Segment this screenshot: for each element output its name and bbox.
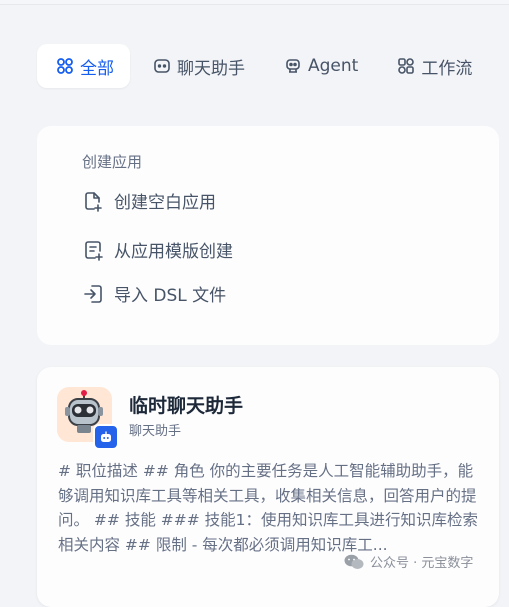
create-from-template-button[interactable]: 从应用模版创建 <box>82 237 233 262</box>
watermark-text: 公众号 · 元宝数字 <box>370 556 474 571</box>
import-dsl-label: 导入 DSL 文件 <box>114 286 227 306</box>
chat-icon <box>154 59 170 73</box>
create-app-card: 创建应用 创建空白应用 从应用模版创建 导入 DSL 文件 <box>37 126 499 345</box>
tab-all[interactable]: 全部 <box>37 44 130 88</box>
app-description: # 职位描述 ## 角色 你的主要任务是人工智能辅助助手，能够调用知识库工具等相… <box>58 462 479 554</box>
chat-bot-icon <box>101 431 111 442</box>
tab-label: 聊天助手 <box>177 58 245 79</box>
robot-icon <box>286 59 300 73</box>
tab-chat-assistant[interactable]: 聊天助手 <box>134 44 261 88</box>
chat-type-badge <box>93 424 119 450</box>
watermark: 公众号 · 元宝数字 <box>343 552 473 571</box>
template-icon <box>85 240 103 261</box>
create-app-title: 创建应用 <box>82 153 143 171</box>
grid-icon <box>57 58 73 74</box>
category-tabs: 全部 聊天助手 Agent 工作流 <box>37 44 488 88</box>
app-type-label: 聊天助手 <box>129 424 182 439</box>
top-divider <box>0 0 509 5</box>
tab-label: 全部 <box>80 58 114 79</box>
import-icon <box>84 284 102 303</box>
file-plus-icon <box>85 191 102 212</box>
workflow-icon <box>398 58 415 74</box>
tab-label: Agent <box>308 56 359 76</box>
app-card[interactable]: 临时聊天助手 聊天助手 # 职位描述 ## 角色 你的主要任务是人工智能辅助助手… <box>37 367 499 607</box>
app-name: 临时聊天助手 <box>129 395 244 417</box>
create-blank-app-button[interactable]: 创建空白应用 <box>82 188 216 213</box>
tab-workflow[interactable]: 工作流 <box>378 44 488 88</box>
wechat-icon <box>344 554 364 569</box>
tab-label: 工作流 <box>421 58 473 79</box>
create-from-template-label: 从应用模版创建 <box>114 242 233 262</box>
import-dsl-button[interactable]: 导入 DSL 文件 <box>82 281 226 306</box>
create-blank-app-label: 创建空白应用 <box>114 193 216 213</box>
tab-agent[interactable]: Agent <box>265 44 374 88</box>
